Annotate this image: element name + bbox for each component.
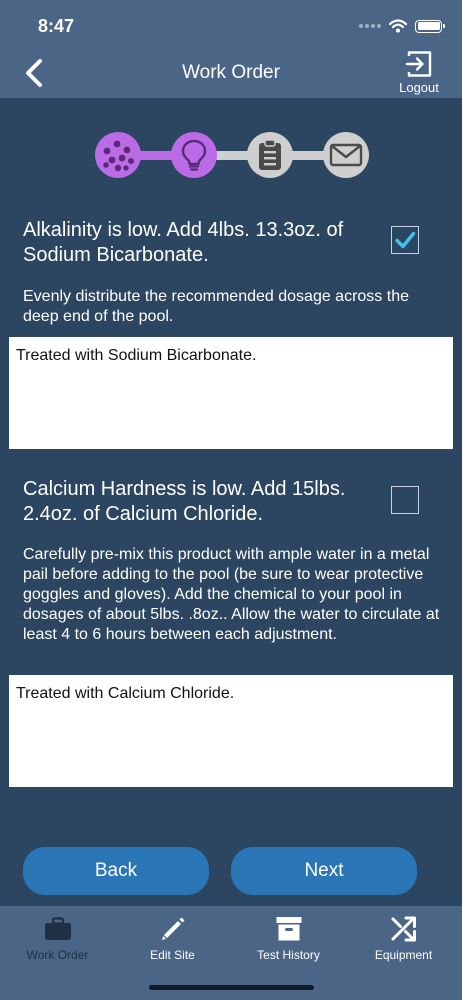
pencil-icon xyxy=(161,917,184,940)
step-email xyxy=(323,132,369,178)
logout-button[interactable]: Logout xyxy=(396,50,442,96)
stepper-connector xyxy=(211,151,251,160)
tab-label: Equipment xyxy=(374,948,433,962)
next-button[interactable]: Next xyxy=(231,847,417,895)
battery-icon xyxy=(415,19,445,33)
step-recommendations xyxy=(171,132,217,178)
tab-work-order[interactable]: Work Order xyxy=(0,906,115,976)
envelope-icon xyxy=(329,143,363,167)
logout-icon xyxy=(405,51,432,77)
back-button[interactable]: Back xyxy=(23,847,209,895)
status-icons xyxy=(359,18,445,34)
wifi-icon xyxy=(389,19,407,33)
task-checkbox[interactable] xyxy=(391,486,419,514)
stepper-connector xyxy=(287,151,327,160)
navigation-header: 8:47 Work Order Logout xyxy=(0,0,462,98)
progress-stepper xyxy=(95,132,369,178)
signal-icon xyxy=(359,24,381,28)
checkmark-icon xyxy=(395,231,416,249)
task-instructions: Evenly distribute the recommended dosage… xyxy=(23,288,409,325)
task-checkbox[interactable] xyxy=(391,226,419,254)
stepper-connector xyxy=(135,151,175,160)
tab-equipment[interactable]: Equipment xyxy=(346,906,461,976)
logout-label: Logout xyxy=(399,80,439,95)
clipboard-icon xyxy=(259,139,281,170)
shuffle-icon xyxy=(391,916,416,942)
briefcase-icon xyxy=(44,917,71,940)
chemicals-icon xyxy=(103,140,134,172)
tab-label: Test History xyxy=(257,948,320,962)
tab-test-history[interactable]: Test History xyxy=(231,906,346,976)
tab-label: Edit Site xyxy=(150,948,195,962)
page-title: Work Order xyxy=(182,62,280,83)
task-title: Calcium Hardness is low. Add 15lbs. 2.4o… xyxy=(23,478,346,525)
tab-edit-site[interactable]: Edit Site xyxy=(115,906,230,976)
treatment-notes-field[interactable]: Treated with Calcium Chloride. xyxy=(9,675,453,787)
lightbulb-icon xyxy=(181,139,207,171)
task-title: Alkalinity is low. Add 4lbs. 13.3oz. of … xyxy=(23,219,344,266)
archive-box-icon xyxy=(276,917,301,941)
status-time: 8:47 xyxy=(38,16,75,36)
step-chemicals xyxy=(95,132,141,178)
step-report xyxy=(247,132,293,178)
home-indicator xyxy=(149,985,314,990)
task-instructions: Carefully pre-mix this product with ampl… xyxy=(23,546,440,643)
treatment-notes-field[interactable]: Treated with Sodium Bicarbonate. xyxy=(9,337,453,449)
tab-label: Work Order xyxy=(26,948,89,962)
